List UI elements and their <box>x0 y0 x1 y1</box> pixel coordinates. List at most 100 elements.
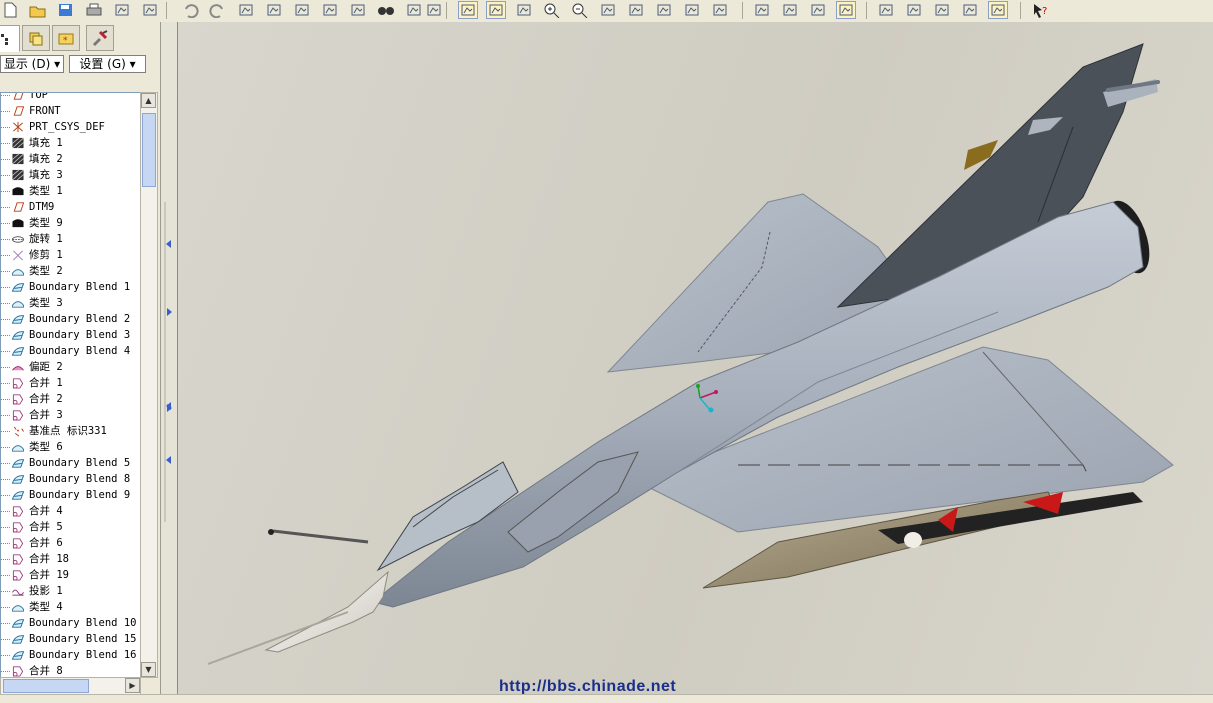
tree-horizontal-scrollbar[interactable]: ▶ <box>0 677 141 695</box>
jet-model[interactable] <box>178 22 1213 694</box>
tree-item[interactable]: 类型 4 <box>1 599 140 615</box>
wireframe-button[interactable] <box>752 1 772 19</box>
tree-item[interactable]: 合并 6 <box>1 535 140 551</box>
disabled-tool-button[interactable] <box>140 1 160 19</box>
tree-item[interactable]: 类型 3 <box>1 295 140 311</box>
hidden-line-button[interactable] <box>780 1 800 19</box>
tree-item[interactable]: Boundary Blend 1 <box>1 279 140 295</box>
tree-item[interactable]: Boundary Blend 16 <box>1 647 140 663</box>
tree-item[interactable]: 合并 5 <box>1 519 140 535</box>
tab-favorites[interactable]: * <box>52 25 80 51</box>
tree-item-label: 填充 3 <box>29 169 63 181</box>
tree-item[interactable]: Boundary Blend 8 <box>1 471 140 487</box>
annotation-display-button[interactable] <box>988 1 1008 19</box>
boundary-blend-icon <box>11 331 25 340</box>
tab-tools[interactable] <box>86 25 114 51</box>
tree-item[interactable]: 填充 3 <box>1 167 140 183</box>
hidden-line-icon <box>783 4 797 16</box>
tree-item[interactable]: Boundary Blend 5 <box>1 455 140 471</box>
panel-splitter[interactable] <box>161 22 178 694</box>
tab-layer-tree[interactable] <box>22 25 50 51</box>
select-box-button[interactable] <box>404 1 424 19</box>
tree-item[interactable]: 类型 9 <box>1 215 140 231</box>
tree-item[interactable]: Boundary Blend 10 <box>1 615 140 631</box>
zoom-out-button[interactable] <box>570 1 590 19</box>
datum-planes-button[interactable] <box>876 1 896 19</box>
scroll-up-arrow[interactable]: ▲ <box>141 93 156 108</box>
find-button[interactable] <box>376 1 396 19</box>
tree-item[interactable]: 合并 19 <box>1 567 140 583</box>
hscroll-thumb[interactable] <box>3 679 89 693</box>
saved-views-button[interactable] <box>710 1 730 19</box>
tree-item[interactable]: Boundary Blend 3 <box>1 327 140 343</box>
settings-menu[interactable]: 设置 (G) ▾ <box>69 55 146 73</box>
copy-button[interactable] <box>264 1 284 19</box>
boundary-blend-icon <box>11 619 25 628</box>
tab-model-tree[interactable] <box>0 25 20 52</box>
tree-item[interactable]: 填充 1 <box>1 135 140 151</box>
paste-special-button[interactable] <box>320 1 340 19</box>
send-mail-button[interactable] <box>112 1 132 19</box>
layers-button[interactable] <box>682 1 702 19</box>
tree-item[interactable]: 合并 2 <box>1 391 140 407</box>
tree-item[interactable]: Boundary Blend 2 <box>1 311 140 327</box>
boundary-blend-icon <box>11 283 25 292</box>
tree-item[interactable]: 填充 2 <box>1 151 140 167</box>
tree-item[interactable]: 偏距 2 <box>1 359 140 375</box>
point-display-button[interactable] <box>932 1 952 19</box>
tree-item[interactable]: 合并 18 <box>1 551 140 567</box>
tree-connector <box>1 655 10 656</box>
refit-button[interactable] <box>598 1 618 19</box>
tree-vertical-scrollbar[interactable]: ▲ ▼ <box>140 92 158 678</box>
tree-item[interactable]: PRT_CSYS_DEF <box>1 119 140 135</box>
show-menu[interactable]: 显示 (D) ▾ <box>0 55 64 73</box>
spin-center-button[interactable] <box>486 1 506 19</box>
reorient-button[interactable] <box>626 1 646 19</box>
tree-item[interactable]: TOP <box>1 93 140 103</box>
view-manager-button[interactable] <box>654 1 674 19</box>
tree-item[interactable]: 合并 3 <box>1 407 140 423</box>
orient-mode-button[interactable] <box>514 1 534 19</box>
tree-item-label: 类型 3 <box>29 297 63 309</box>
tree-item-label: 合并 5 <box>29 521 63 533</box>
new-file-button[interactable] <box>0 1 20 19</box>
orient-mode-icon <box>517 4 531 16</box>
tree-item[interactable]: 修剪 1 <box>1 247 140 263</box>
tree-item[interactable]: FRONT <box>1 103 140 119</box>
select-dropdown-button[interactable] <box>424 1 444 19</box>
scroll-thumb[interactable] <box>142 113 156 187</box>
print-button[interactable] <box>84 1 104 19</box>
csys-display-button[interactable] <box>960 1 980 19</box>
no-hidden-button[interactable] <box>808 1 828 19</box>
tree-item[interactable]: Boundary Blend 4 <box>1 343 140 359</box>
graphics-viewport[interactable] <box>178 22 1213 694</box>
repaint-button[interactable] <box>458 1 478 19</box>
tree-item[interactable]: 基准点 标识331 <box>1 423 140 439</box>
context-help-button[interactable]: ? <box>1030 1 1050 19</box>
zoom-in-button[interactable] <box>542 1 562 19</box>
save-button[interactable] <box>56 1 76 19</box>
tree-item[interactable]: 合并 4 <box>1 503 140 519</box>
fill-icon <box>12 169 24 181</box>
tree-item[interactable]: 类型 1 <box>1 183 140 199</box>
tree-item[interactable]: DTM9 <box>1 199 140 215</box>
tree-item[interactable]: Boundary Blend 15 <box>1 631 140 647</box>
tree-item[interactable]: 投影 1 <box>1 583 140 599</box>
scroll-right-arrow[interactable]: ▶ <box>125 678 140 693</box>
shading-button[interactable] <box>836 1 856 19</box>
tree-item[interactable]: 合并 8 <box>1 663 140 677</box>
cut-button[interactable] <box>236 1 256 19</box>
scroll-down-arrow[interactable]: ▼ <box>141 662 156 677</box>
open-file-button[interactable] <box>28 1 48 19</box>
redo-button[interactable] <box>208 1 228 19</box>
tree-item[interactable]: Boundary Blend 9 <box>1 487 140 503</box>
tree-item[interactable]: 合并 1 <box>1 375 140 391</box>
regenerate-button[interactable] <box>348 1 368 19</box>
datum-axes-button[interactable] <box>904 1 924 19</box>
tree-item[interactable]: 类型 2 <box>1 263 140 279</box>
tree-item[interactable]: 类型 6 <box>1 439 140 455</box>
tree-item[interactable]: 旋转 1 <box>1 231 140 247</box>
paste-button[interactable] <box>292 1 312 19</box>
undo-button[interactable] <box>180 1 200 19</box>
model-tree: TOP FRONT PRT_CSYS_DEF 填充 1 填充 2 填充 3 类型 1 DTM9… <box>0 92 141 678</box>
